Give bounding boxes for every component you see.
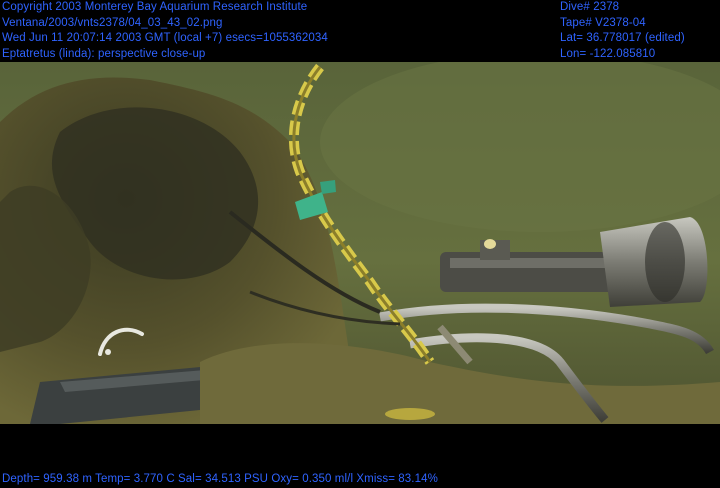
tape-number: Tape# V2378-04: [560, 16, 646, 29]
copyright-text: Copyright 2003 Monterey Bay Aquarium Res…: [2, 1, 308, 13]
dive-number: Dive# 2378: [560, 1, 620, 13]
file-path-text: Ventana/2003/vnts2378/04_03_43_02.png: [2, 16, 223, 29]
telemetry-readout: Depth= 959.38 m Temp= 3.770 C Sal= 34.51…: [2, 473, 438, 485]
longitude: Lon= -122.085810: [560, 47, 656, 60]
video-frame: Copyright 2003 Monterey Bay Aquarium Res…: [0, 0, 720, 486]
annotation-text: Eptatretus (linda): perspective close-up: [2, 47, 206, 60]
overlay-top-right: Dive# 2378 Tape# V2378-04 Lat= 36.778017…: [560, 0, 685, 62]
underwater-scene: [0, 62, 720, 424]
latitude: Lat= 36.778017 (edited): [560, 32, 685, 44]
overlay-bottom-telemetry: Depth= 959.38 m Temp= 3.770 C Sal= 34.51…: [2, 472, 438, 488]
overlay-top-left: Copyright 2003 Monterey Bay Aquarium Res…: [2, 0, 328, 62]
seafloor-debris-image: [0, 62, 720, 424]
timestamp-text: Wed Jun 11 20:07:14 2003 GMT (local +7) …: [2, 32, 328, 44]
